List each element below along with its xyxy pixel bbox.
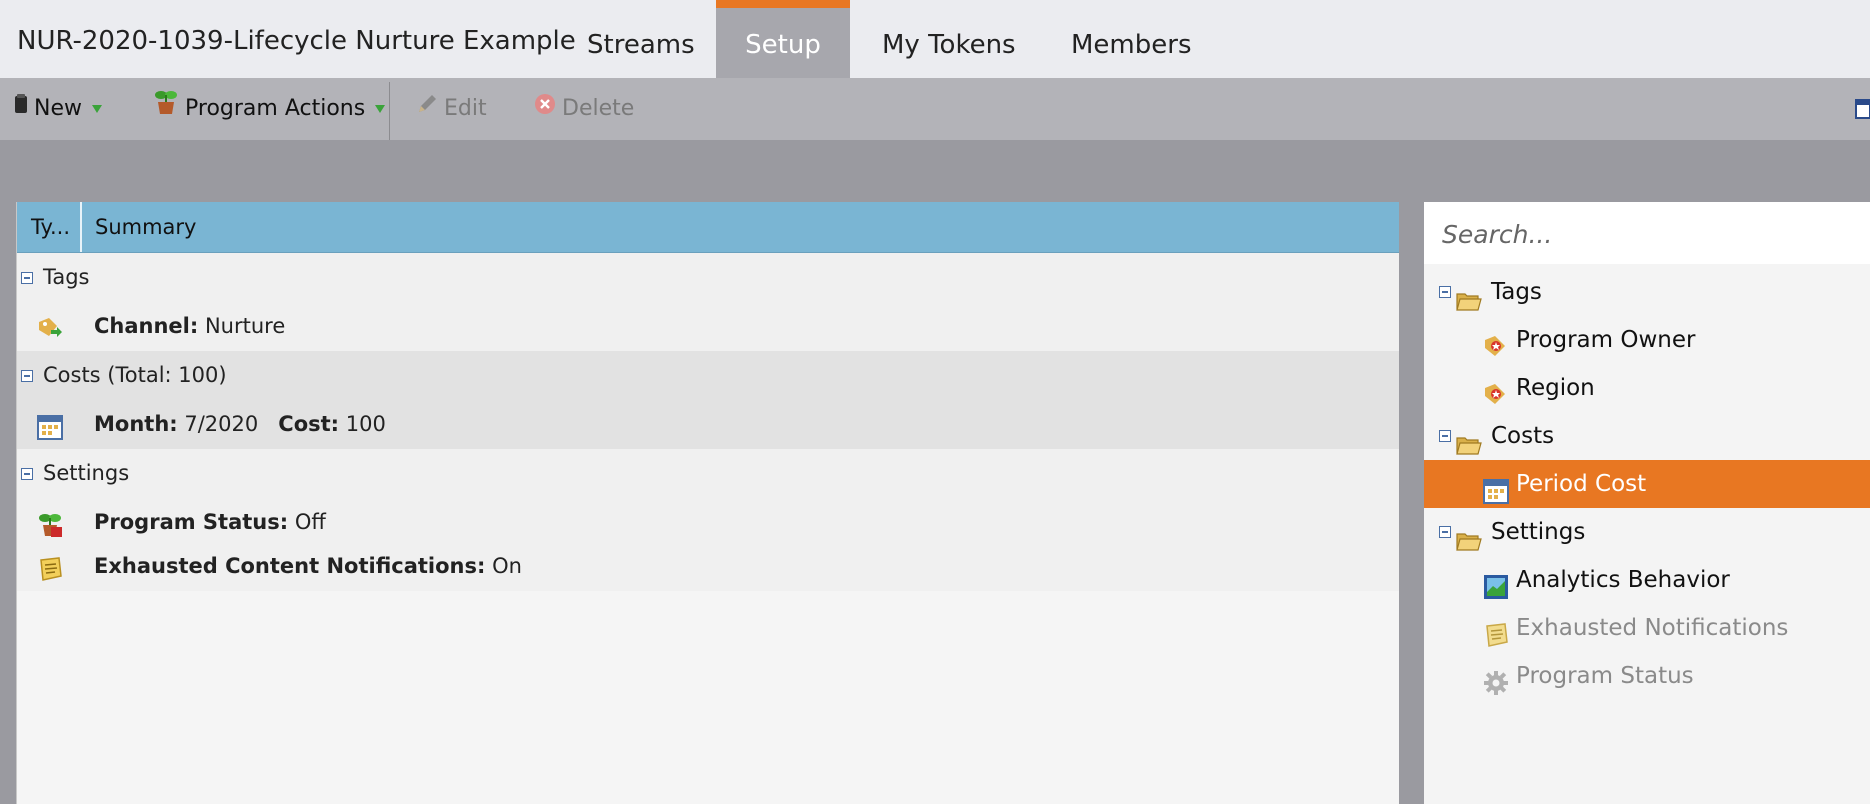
grid-row-cost[interactable]: Month: 7/2020 Cost: 100 xyxy=(17,402,1399,446)
group-header-settings[interactable]: Settings xyxy=(17,449,129,497)
setup-summary-grid: Ty... Summary Tags Channel: Nurture Cost… xyxy=(16,202,1399,804)
gear-icon xyxy=(1483,665,1509,713)
tab-setup[interactable]: Setup xyxy=(716,0,850,78)
collapse-icon[interactable] xyxy=(21,272,33,284)
new-icon xyxy=(14,78,28,140)
program-actions-button[interactable]: Program Actions xyxy=(153,78,386,140)
program-title: NUR-2020-1039-Lifecycle Nurture Example xyxy=(17,26,576,56)
group-costs: Costs (Total: 100) Month: 7/2020 Cost: 1… xyxy=(17,351,1399,449)
notification-note-icon xyxy=(37,553,63,597)
column-header-summary[interactable]: Summary xyxy=(95,202,196,252)
tree-item-program-owner[interactable]: Program Owner xyxy=(1424,316,1870,364)
tab-streams[interactable]: Streams xyxy=(587,0,699,78)
tree-item-analytics-behavior[interactable]: Analytics Behavior xyxy=(1424,556,1870,604)
grid-header: Ty... Summary xyxy=(17,202,1399,253)
tree-folder-tags[interactable]: Tags xyxy=(1424,268,1870,316)
window-icon[interactable] xyxy=(1855,98,1870,120)
tree-item-period-cost[interactable]: Period Cost xyxy=(1424,460,1870,508)
search-box xyxy=(1424,202,1870,264)
group-tags: Tags Channel: Nurture xyxy=(17,253,1399,351)
group-settings: Settings Program Status: Off Exhausted C… xyxy=(17,449,1399,591)
search-input[interactable] xyxy=(1440,214,1864,254)
collapse-icon[interactable] xyxy=(1439,286,1451,298)
group-header-tags[interactable]: Tags xyxy=(17,253,90,301)
tree-item-exhausted-notifications[interactable]: Exhausted Notifications xyxy=(1424,604,1870,652)
grid-row-exhausted-notifications[interactable]: Exhausted Content Notifications: On xyxy=(17,544,1399,588)
group-header-costs[interactable]: Costs (Total: 100) xyxy=(17,351,227,399)
tree-folder-costs[interactable]: Costs xyxy=(1424,412,1870,460)
column-divider[interactable] xyxy=(80,202,82,252)
setup-tree-panel: Tags Program Owner Region Costs Period C… xyxy=(1424,202,1870,804)
delete-icon xyxy=(534,78,556,140)
chevron-down-icon xyxy=(375,105,386,113)
tree-folder-settings[interactable]: Settings xyxy=(1424,508,1870,556)
new-button[interactable]: New xyxy=(14,78,102,140)
plant-pot-icon xyxy=(153,78,179,140)
edit-button[interactable]: Edit xyxy=(416,78,487,140)
collapse-icon[interactable] xyxy=(1439,526,1451,538)
tree-item-region[interactable]: Region xyxy=(1424,364,1870,412)
collapse-icon[interactable] xyxy=(1439,430,1451,442)
delete-button[interactable]: Delete xyxy=(534,78,634,140)
tree-item-program-status[interactable]: Program Status xyxy=(1424,652,1870,700)
column-header-type[interactable]: Ty... xyxy=(31,202,70,252)
tab-my-tokens[interactable]: My Tokens xyxy=(882,0,1016,78)
tab-members[interactable]: Members xyxy=(1071,0,1192,78)
grid-row-channel[interactable]: Channel: Nurture xyxy=(17,304,1399,348)
toolbar-separator xyxy=(389,82,390,140)
collapse-icon[interactable] xyxy=(21,370,33,382)
grid-row-program-status[interactable]: Program Status: Off xyxy=(17,500,1399,544)
toolbar: New Program Actions Edit Delete xyxy=(0,78,1870,140)
collapse-icon[interactable] xyxy=(21,468,33,480)
pencil-icon xyxy=(416,78,438,140)
chevron-down-icon xyxy=(92,105,102,113)
program-tab-bar: NUR-2020-1039-Lifecycle Nurture Example … xyxy=(0,0,1870,78)
